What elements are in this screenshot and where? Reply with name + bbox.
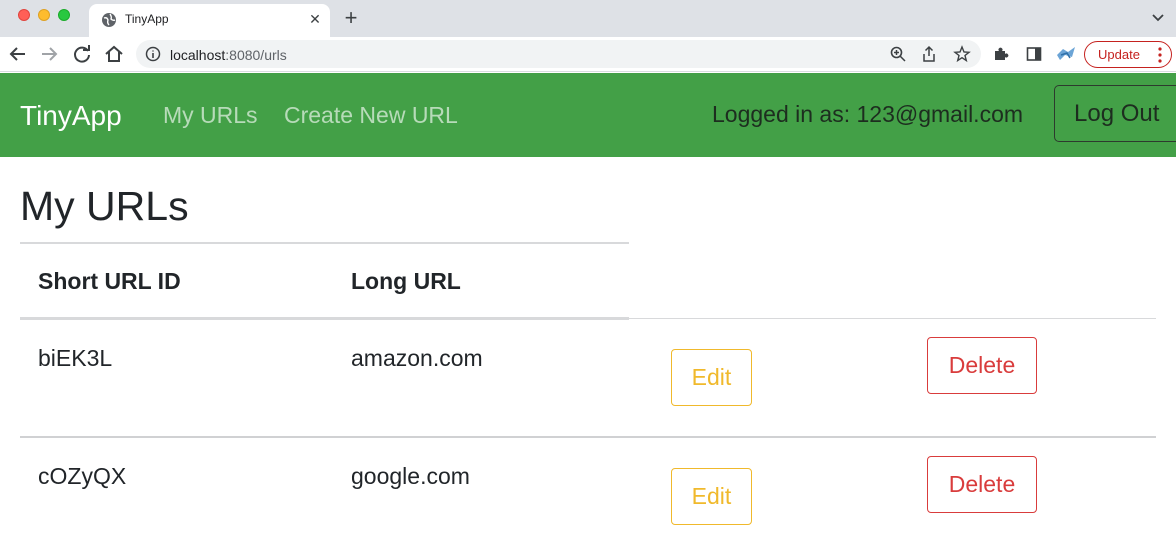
forward-icon[interactable] [38, 43, 60, 65]
extensions-icon[interactable] [992, 45, 1010, 63]
browser-toolbar: localhost:8080/urls Update [0, 37, 1176, 72]
long-url-cell: google.com [351, 463, 470, 489]
edit-button[interactable]: Edit [671, 468, 752, 525]
page-title: My URLs [20, 183, 189, 229]
zoom-window-button[interactable] [58, 9, 70, 21]
delete-button[interactable]: Delete [927, 337, 1037, 394]
zoom-icon[interactable] [889, 45, 907, 63]
browser-tab[interactable]: TinyApp ✕ [89, 4, 330, 37]
edit-button[interactable]: Edit [671, 349, 752, 406]
close-window-button[interactable] [18, 9, 30, 21]
update-button[interactable]: Update [1084, 41, 1172, 68]
back-icon[interactable] [7, 43, 29, 65]
info-icon[interactable] [145, 46, 161, 62]
long-url-cell: amazon.com [351, 345, 483, 371]
table-top-border [20, 242, 629, 244]
address-bar[interactable]: localhost:8080/urls [136, 40, 981, 68]
share-icon[interactable] [920, 45, 938, 63]
url-text[interactable]: localhost:8080/urls [170, 47, 287, 63]
url-host: localhost [170, 47, 226, 63]
app-navbar: TinyApp My URLs Create New URL Logged in… [0, 73, 1176, 157]
home-icon[interactable] [103, 43, 125, 65]
tab-title: TinyApp [125, 12, 169, 26]
more-options-icon[interactable] [1158, 47, 1162, 63]
logout-button[interactable]: Log Out [1054, 85, 1176, 142]
url-path: :8080/urls [225, 47, 287, 63]
browser-tab-bar: TinyApp ✕ + [0, 0, 1176, 37]
logged-in-status: Logged in as: 123@gmail.com [712, 101, 1024, 127]
new-tab-icon[interactable]: + [340, 4, 362, 32]
chevron-down-icon[interactable] [1150, 7, 1166, 27]
column-header-long-url: Long URL [351, 268, 461, 294]
reload-icon[interactable] [71, 43, 93, 65]
delete-button[interactable]: Delete [927, 456, 1037, 513]
nav-link-create-new-url[interactable]: Create New URL [284, 102, 458, 129]
profile-avatar-icon[interactable] [1055, 43, 1077, 65]
globe-icon [102, 13, 116, 27]
short-url-id-cell[interactable]: cOZyQX [38, 463, 126, 490]
column-header-short-url-id: Short URL ID [38, 268, 181, 294]
brand-link[interactable]: TinyApp [20, 100, 122, 132]
minimize-window-button[interactable] [38, 9, 50, 21]
short-url-id-cell[interactable]: biEK3L [38, 345, 112, 372]
row-divider [20, 318, 1156, 319]
nav-link-my-urls[interactable]: My URLs [163, 102, 258, 129]
star-icon[interactable] [953, 45, 971, 63]
update-label: Update [1098, 47, 1140, 62]
side-panel-icon[interactable] [1025, 45, 1043, 63]
row-divider [20, 436, 1156, 438]
close-tab-icon[interactable]: ✕ [307, 9, 323, 29]
